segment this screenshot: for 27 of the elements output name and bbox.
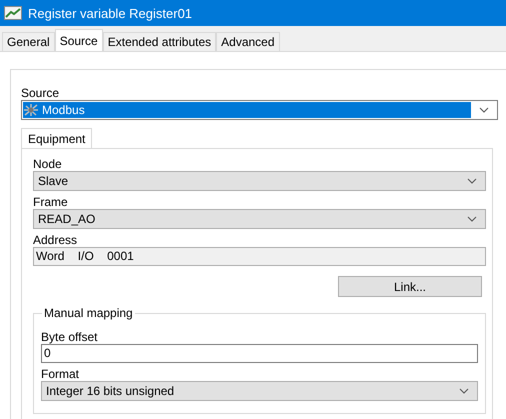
- tab[interactable]: Source: [54, 29, 103, 51]
- app-icon: [4, 6, 22, 20]
- chevron-icon: [467, 216, 477, 222]
- tab[interactable]: Equipment: [21, 128, 92, 148]
- source-dropdown[interactable]: Modbus: [21, 100, 498, 120]
- node-dropdown[interactable]: Slave: [33, 171, 486, 191]
- link-button[interactable]: Link...: [338, 276, 482, 297]
- field-label: Address: [33, 233, 78, 247]
- window-title: Register variable Register01: [28, 6, 192, 20]
- field-label: Byte offset: [41, 330, 98, 344]
- format-dropdown[interactable]: Integer 16 bits unsigned: [41, 381, 478, 401]
- byte-offset-field[interactable]: 0: [41, 344, 478, 363]
- frame-dropdown[interactable]: READ_AO: [33, 209, 486, 229]
- address-field[interactable]: Word I/O 0001: [33, 247, 486, 266]
- tab[interactable]: Advanced: [216, 32, 280, 51]
- dropdown-value: Modbus: [42, 103, 85, 117]
- tab[interactable]: General: [2, 32, 55, 51]
- field-label: Node: [33, 157, 63, 171]
- field-label: Source: [21, 86, 60, 100]
- group-title: Manual mapping: [42, 306, 135, 320]
- field-label: Format: [41, 367, 80, 381]
- chevron-icon: [479, 107, 489, 113]
- field-label: Frame: [33, 195, 69, 209]
- chevron-icon: [459, 388, 469, 394]
- chevron-icon: [467, 178, 477, 184]
- tab[interactable]: Extended attributes: [102, 32, 216, 51]
- network-icon: [23, 103, 39, 117]
